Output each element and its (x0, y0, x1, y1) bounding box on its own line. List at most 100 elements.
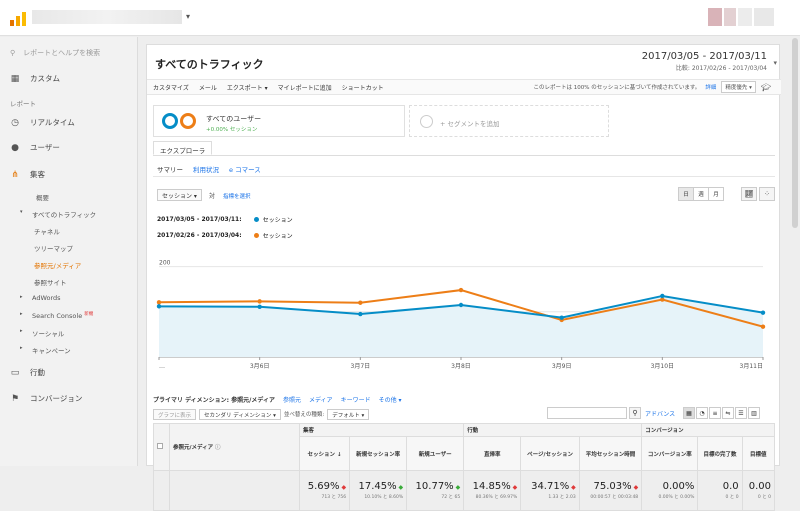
shortcut-button[interactable]: ショートカット (342, 83, 384, 92)
data-view-icon[interactable]: ▦ (683, 407, 695, 419)
top-bar: ▾ (0, 0, 800, 36)
col-new-users[interactable]: 新規ユーザー (406, 436, 465, 471)
data-table: 参照元/メディア ⓘ 集客 行動 コンバージョン セッション ↓ 新規セッション… (153, 423, 776, 511)
group-behavior: 行動 (463, 423, 643, 437)
compare-range: 比較: 2017/02/26 - 2017/03/04 (675, 65, 767, 72)
col-goal-value[interactable]: 目標値 (741, 436, 776, 471)
data-point (760, 310, 766, 315)
dimension-medium-link[interactable]: メディア (309, 395, 333, 404)
dimension-keyword-link[interactable]: キーワード (341, 395, 371, 404)
analytics-logo-icon[interactable] (10, 12, 26, 26)
data-point (458, 302, 464, 308)
data-point (257, 304, 262, 310)
sidebar-sub-social[interactable]: ソーシャル (32, 328, 64, 338)
plot-rows-button[interactable]: グラフに表示 (153, 408, 197, 420)
add-to-dashboard-button[interactable]: マイレポートに追加 (278, 83, 332, 92)
chevron-down-icon[interactable]: ▾ (773, 59, 777, 67)
cell-sessions: 5.69% ◆ 713 と 756 (298, 470, 351, 511)
email-button[interactable]: メール (199, 83, 217, 92)
clock-icon: ◷ (11, 117, 19, 128)
period-day-button[interactable]: 日 (678, 187, 694, 201)
col-avg-duration[interactable]: 平均セッション時間 (578, 436, 643, 471)
subtab-ecommerce[interactable]: e コマース (229, 164, 261, 174)
trend-down-icon: ◆ (569, 484, 576, 491)
legend-range: 2017/02/26 - 2017/03/04: (157, 232, 242, 239)
sidebar-item-label: コンバージョン (30, 394, 83, 403)
col-new-session-rate[interactable]: 新規セッション率 (349, 436, 408, 471)
metric-select[interactable]: セッション ▾ (157, 189, 202, 201)
expand-caret-icon: ▸ (20, 345, 23, 351)
dimension-source-link[interactable]: 参照元 (283, 395, 301, 404)
dashboard-icon: ▦ (10, 73, 20, 84)
segment-all-users[interactable]: すべてのユーザー +0.00% セッション (153, 105, 405, 137)
account-caret-icon[interactable]: ▾ (186, 12, 190, 21)
period-month-button[interactable]: 月 (708, 187, 724, 201)
period-week-button[interactable]: 週 (693, 187, 709, 201)
export-button[interactable]: エクスポート ▾ (227, 83, 268, 92)
detail-link[interactable]: 詳細 (705, 83, 716, 91)
table-search-input[interactable] (547, 407, 627, 419)
tab-explorer[interactable]: エクスプローラ (153, 141, 213, 155)
sidebar-sub-adwords[interactable]: AdWords (32, 294, 61, 302)
add-segment-button[interactable]: + セグメントを追加 (409, 105, 609, 137)
sidebar-sub-referrals[interactable]: 参照サイト (34, 277, 67, 287)
account-selector[interactable] (32, 10, 182, 24)
expand-caret-icon: ▾ (20, 209, 23, 215)
dimension-other-link[interactable]: その他 ▾ (379, 395, 402, 404)
precision-select[interactable]: 精度優先 ▾ (721, 81, 756, 93)
col-pages-session[interactable]: ページ/セッション (520, 436, 580, 471)
sidebar-item-custom[interactable]: ▦ カスタム (10, 73, 60, 84)
sidebar-sub-all-traffic[interactable]: すべてのトラフィック (32, 209, 96, 219)
x-tick-label: 3月7日 (351, 363, 371, 370)
motion-chart-icon[interactable]: ⁘ (759, 187, 775, 201)
performance-view-icon[interactable]: ≡ (709, 407, 721, 419)
sidebar-item-realtime[interactable]: ◷ リアルタイム (10, 117, 75, 128)
col-goal-completions[interactable]: 目標の完了数 (697, 436, 743, 471)
select-all-checkbox[interactable] (153, 423, 170, 471)
vs-label: 対 (209, 193, 216, 200)
add-metric-link[interactable]: 指標を選択 (223, 192, 251, 200)
sidebar-sub-search-console[interactable]: Search Console 新機 (32, 311, 93, 320)
search-icon[interactable]: ⚲ (629, 407, 641, 419)
col-sessions[interactable]: セッション ↓ (298, 436, 351, 471)
sidebar-item-label: ユーザー (30, 143, 60, 152)
scrollbar[interactable] (792, 38, 798, 228)
pie-view-icon[interactable]: ◔ (696, 407, 708, 419)
add-circle-icon (420, 115, 433, 128)
line-chart-icon[interactable]: 📈︎ (741, 187, 757, 201)
pivot-view-icon[interactable]: ▥ (748, 407, 760, 419)
acquisition-icon: ⋔ (11, 169, 19, 180)
date-range-picker[interactable]: 2017/03/05 - 2017/03/11 比較: 2017/02/26 -… (642, 51, 767, 72)
comparison-view-icon[interactable]: ⇋ (722, 407, 734, 419)
secondary-dimension-select[interactable]: セカンダリ ディメンション ▾ (199, 408, 281, 420)
y-tick-label: 200 (159, 260, 171, 267)
customize-button[interactable]: カスタマイズ (153, 83, 189, 92)
sort-type-select[interactable]: デフォルト ▾ (327, 408, 370, 420)
group-acquisition: 集客 (298, 423, 465, 437)
sidebar-sub-overview[interactable]: 概要 (36, 192, 49, 202)
col-bounce-rate[interactable]: 直帰率 (463, 436, 522, 471)
sidebar-sub-channels[interactable]: チャネル (34, 226, 60, 236)
sidebar-item-users[interactable]: ● ユーザー (10, 142, 60, 153)
sidebar: ⚲ レポートとヘルプを検索 ▦ カスタム レポート ◷ リアルタイム ● ユーザー ⋔… (0, 37, 138, 466)
term-cloud-icon[interactable]: ☰ (735, 407, 747, 419)
user-avatar[interactable] (708, 8, 788, 26)
subtab-usage[interactable]: 利用状況 (193, 164, 219, 174)
search-icon: ⚲ (10, 49, 16, 57)
sidebar-item-acquisition[interactable]: ⋔ 集客 (10, 169, 45, 180)
divider (153, 155, 775, 156)
sidebar-sub-source-medium[interactable]: 参照元/メディア (34, 260, 81, 270)
trend-down-icon: ◆ (510, 484, 518, 491)
col-conversion-rate[interactable]: コンバージョン率 (641, 436, 699, 471)
subtab-summary[interactable]: サマリー (157, 164, 183, 174)
graduation-cap-icon[interactable]: 🎓︎ (761, 83, 771, 92)
sidebar-item-behavior[interactable]: ▭ 行動 (10, 367, 45, 378)
sidebar-sub-campaigns[interactable]: キャンペーン (32, 345, 71, 355)
x-tick-label: 3月9日 (552, 363, 572, 370)
search-input[interactable]: ⚲ レポートとヘルプを検索 (10, 45, 130, 61)
sidebar-sub-treemap[interactable]: ツリーマップ (34, 243, 73, 253)
col-source-header[interactable]: 参照元/メディア ⓘ (169, 423, 300, 471)
group-conversions: コンバージョン (641, 423, 775, 437)
sidebar-item-conversions[interactable]: ⚑ コンバージョン (10, 393, 82, 404)
advanced-filter-link[interactable]: アドバンス (645, 409, 675, 418)
